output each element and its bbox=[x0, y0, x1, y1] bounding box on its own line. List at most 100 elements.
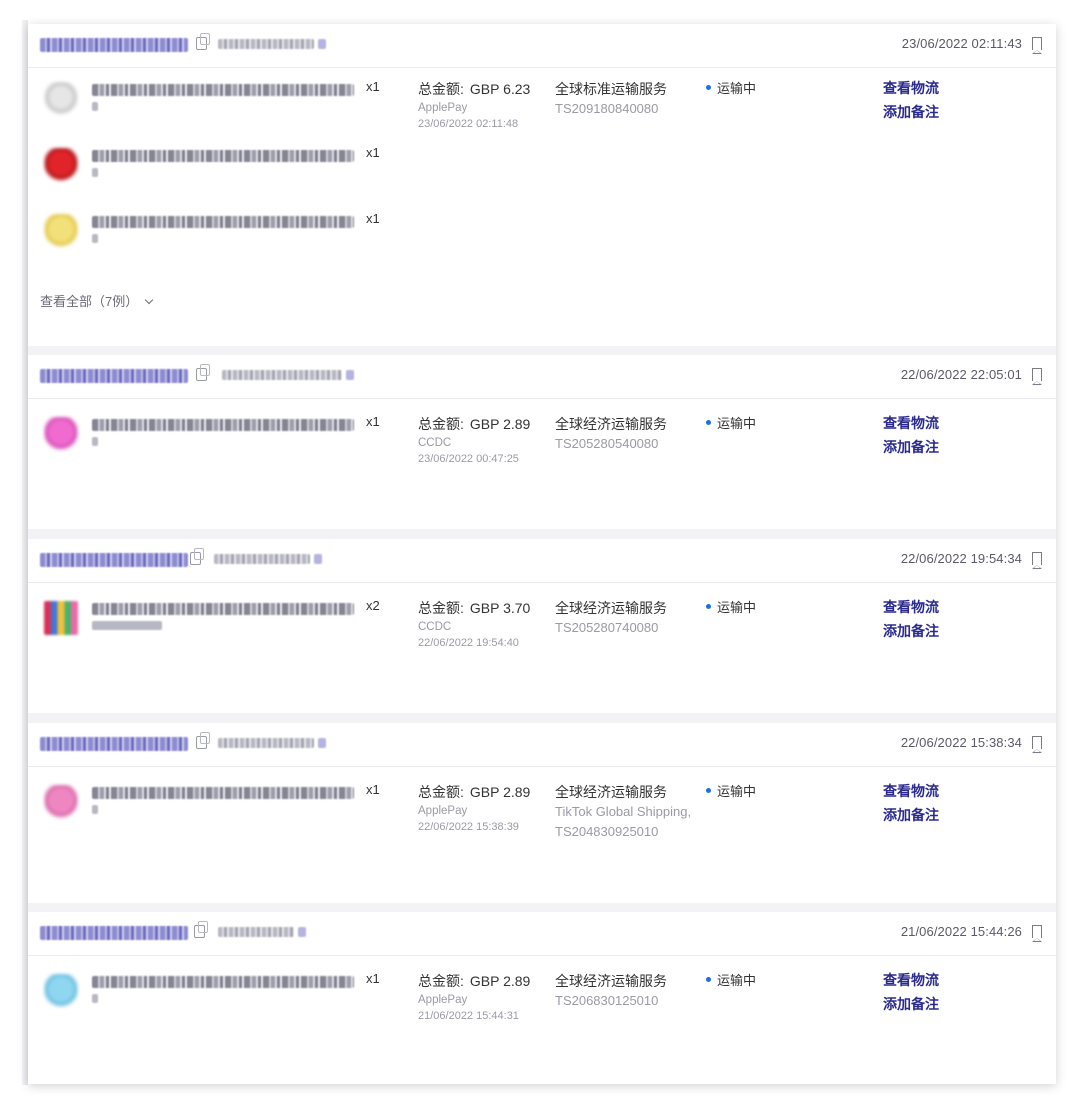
shipping-service: 全球经济运输服务 bbox=[555, 784, 667, 800]
bookmark-icon[interactable] bbox=[1031, 552, 1042, 569]
amount-label: 总金额: bbox=[418, 416, 464, 432]
product-qty: x2 bbox=[366, 598, 380, 613]
order-card: 22/06/2022 19:54:34 x2 总金额: GBP 3.70 CCDC… bbox=[28, 539, 1056, 713]
view-logistics-link[interactable]: 查看物流 bbox=[883, 779, 939, 803]
action-column: 查看物流 添加备注 bbox=[883, 779, 939, 827]
shipping-column: 全球经济运输服务 TikTok Global Shipping,TS204830… bbox=[555, 783, 695, 842]
buyer-name-redacted bbox=[218, 738, 326, 748]
chevron-down-icon bbox=[144, 295, 154, 305]
view-all-label: 查看全部（7例） bbox=[40, 294, 139, 309]
view-all-toggle[interactable]: 查看全部（7例） bbox=[40, 291, 154, 310]
bookmark-icon[interactable] bbox=[1031, 925, 1042, 942]
add-note-link[interactable]: 添加备注 bbox=[883, 803, 939, 827]
product-sku-redacted bbox=[92, 621, 162, 630]
product-thumbnail[interactable] bbox=[44, 148, 78, 182]
status-dot bbox=[706, 977, 711, 983]
action-column: 查看物流 添加备注 bbox=[883, 411, 939, 459]
product-thumbnail[interactable] bbox=[44, 214, 78, 248]
amount-label: 总金额: bbox=[418, 81, 464, 97]
product-thumbnail[interactable] bbox=[44, 82, 78, 116]
view-logistics-link[interactable]: 查看物流 bbox=[883, 595, 939, 619]
product-thumbnail[interactable] bbox=[44, 417, 78, 451]
product-item: x1 bbox=[40, 779, 380, 831]
add-note-link[interactable]: 添加备注 bbox=[883, 435, 939, 459]
action-column: 查看物流 添加备注 bbox=[883, 76, 939, 124]
add-note-link[interactable]: 添加备注 bbox=[883, 619, 939, 643]
shipping-column: 全球标准运输服务 TS209180840080 bbox=[555, 80, 695, 119]
status-label: 运输中 bbox=[717, 600, 757, 615]
order-list-panel: 23/06/2022 02:11:43 x1 x1 x1 查看全部（7例） 总金… bbox=[28, 24, 1056, 1084]
bookmark-icon[interactable] bbox=[1031, 736, 1042, 753]
order-id-redacted bbox=[40, 369, 188, 383]
product-qty: x1 bbox=[366, 211, 380, 226]
add-note-link[interactable]: 添加备注 bbox=[883, 100, 939, 124]
status-column: 运输中 bbox=[706, 972, 756, 990]
copy-icon[interactable] bbox=[196, 33, 210, 50]
view-logistics-link[interactable]: 查看物流 bbox=[883, 411, 939, 435]
amount-value: GBP 2.89 bbox=[469, 973, 531, 989]
buyer-name-redacted bbox=[214, 554, 322, 564]
action-column: 查看物流 添加备注 bbox=[883, 968, 939, 1016]
product-sku-redacted bbox=[92, 994, 98, 1003]
product-item: x1 bbox=[40, 411, 380, 463]
amount-value: GBP 3.70 bbox=[469, 600, 531, 616]
copy-icon[interactable] bbox=[194, 921, 208, 938]
order-time: 23/06/2022 02:11:43 bbox=[901, 36, 1022, 51]
amount-value: GBP 2.89 bbox=[469, 784, 531, 800]
view-logistics-link[interactable]: 查看物流 bbox=[883, 76, 939, 100]
copy-icon[interactable] bbox=[196, 364, 210, 381]
product-qty: x1 bbox=[366, 414, 380, 429]
product-name-redacted bbox=[92, 84, 354, 96]
buyer-name-redacted bbox=[222, 370, 354, 380]
amount-value: GBP 6.23 bbox=[469, 81, 531, 97]
status-label: 运输中 bbox=[717, 784, 757, 799]
status-dot bbox=[706, 788, 711, 794]
shipping-service: 全球经济运输服务 bbox=[555, 600, 667, 616]
shipping-service: 全球经济运输服务 bbox=[555, 973, 667, 989]
order-header: 22/06/2022 19:54:34 bbox=[28, 539, 1056, 583]
order-time: 22/06/2022 19:54:34 bbox=[900, 551, 1022, 566]
product-sku-redacted bbox=[92, 168, 98, 177]
tracking-number: TikTok Global Shipping,TS204830925010 bbox=[555, 804, 692, 839]
status-dot bbox=[706, 604, 711, 610]
tracking-number: TS209180840080 bbox=[555, 101, 659, 116]
order-time: 22/06/2022 15:38:34 bbox=[900, 735, 1022, 750]
buyer-name-redacted bbox=[218, 927, 306, 937]
background-window-edge bbox=[0, 0, 28, 1107]
product-sku-redacted bbox=[92, 437, 98, 446]
order-card: 21/06/2022 15:44:26 x1 总金额: GBP 2.89 Appl… bbox=[28, 912, 1056, 1084]
order-header: 22/06/2022 22:05:01 bbox=[28, 355, 1056, 399]
payment-method: CCDC bbox=[418, 621, 452, 633]
payment-method: ApplePay bbox=[418, 994, 468, 1006]
status-label: 运输中 bbox=[717, 416, 757, 431]
payment-time: 21/06/2022 15:44:31 bbox=[418, 1010, 519, 1022]
product-qty: x1 bbox=[366, 971, 380, 986]
status-column: 运输中 bbox=[706, 599, 756, 617]
tracking-number: TS205280740080 bbox=[555, 620, 659, 635]
product-sku-redacted bbox=[92, 805, 98, 814]
copy-icon[interactable] bbox=[190, 548, 204, 565]
order-header: 22/06/2022 15:38:34 bbox=[28, 723, 1056, 767]
shipping-column: 全球经济运输服务 TS205280740080 bbox=[555, 599, 695, 638]
product-name-redacted bbox=[92, 603, 354, 615]
add-note-link[interactable]: 添加备注 bbox=[883, 992, 939, 1016]
bookmark-icon[interactable] bbox=[1031, 368, 1042, 385]
order-card: 23/06/2022 02:11:43 x1 x1 x1 查看全部（7例） 总金… bbox=[28, 24, 1056, 346]
copy-icon[interactable] bbox=[196, 732, 210, 749]
amount-label: 总金额: bbox=[418, 600, 464, 616]
payment-time: 22/06/2022 19:54:40 bbox=[418, 637, 519, 649]
product-thumbnail[interactable] bbox=[44, 601, 78, 635]
product-name-redacted bbox=[92, 216, 354, 228]
order-id-redacted bbox=[40, 737, 188, 751]
order-id-redacted bbox=[40, 926, 188, 940]
product-thumbnail[interactable] bbox=[44, 974, 78, 1008]
amount-value: GBP 2.89 bbox=[469, 416, 531, 432]
amount-column: 总金额: GBP 2.89 CCDC 23/06/2022 00:47:25 bbox=[418, 415, 530, 467]
bookmark-icon[interactable] bbox=[1031, 37, 1042, 54]
product-thumbnail[interactable] bbox=[44, 785, 78, 819]
payment-time: 23/06/2022 02:11:48 bbox=[418, 118, 519, 130]
shipping-service: 全球标准运输服务 bbox=[555, 81, 667, 97]
order-id-redacted bbox=[40, 38, 188, 52]
view-logistics-link[interactable]: 查看物流 bbox=[883, 968, 939, 992]
tracking-number: TS205280540080 bbox=[555, 436, 659, 451]
